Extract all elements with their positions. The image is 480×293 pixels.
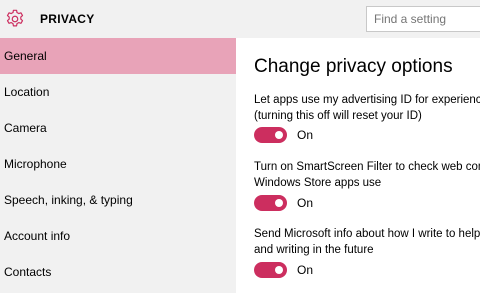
sidebar-item-speech-inking-typing[interactable]: Speech, inking, & typing	[0, 182, 236, 218]
sidebar-item-general[interactable]: General	[0, 38, 236, 74]
smartscreen-line-1: Turn on SmartScreen Filter to check web …	[254, 161, 480, 173]
smartscreen-line-2: Windows Store apps use	[254, 177, 382, 189]
smartscreen-toggle-row: On	[254, 195, 313, 211]
toggle-knob	[275, 266, 283, 274]
writing-info-line-2: and writing in the future	[254, 244, 374, 256]
sidebar-item-location[interactable]: Location	[0, 74, 236, 110]
writing-info-state: On	[297, 263, 314, 277]
gear-icon	[6, 9, 24, 27]
sidebar-item-camera[interactable]: Camera	[0, 110, 236, 146]
advertising-id-state: On	[297, 128, 314, 142]
sidebar-item-microphone[interactable]: Microphone	[0, 146, 236, 182]
advertising-id-line-1: Let apps use my advertising ID for exper…	[254, 94, 480, 106]
advertising-id-line-2: (turning this off will reset your ID)	[254, 110, 422, 122]
writing-info-line-1: Send Microsoft info about how I write to…	[254, 228, 480, 240]
app-title: PRIVACY	[40, 12, 95, 26]
sidebar: General Location Camera Microphone Speec…	[0, 38, 236, 293]
writing-info-toggle[interactable]	[254, 262, 287, 278]
search-input[interactable]	[366, 6, 480, 32]
writing-info-toggle-row: On	[254, 262, 313, 278]
toggle-knob	[275, 131, 283, 139]
advertising-id-toggle-row: On	[254, 127, 313, 143]
smartscreen-state: On	[297, 196, 314, 210]
advertising-id-description: Let apps use my advertising ID for exper…	[254, 92, 480, 124]
writing-info-description: Send Microsoft info about how I write to…	[254, 226, 480, 258]
smartscreen-description: Turn on SmartScreen Filter to check web …	[254, 159, 480, 191]
sidebar-item-account-info[interactable]: Account info	[0, 218, 236, 254]
content-pane: Change privacy options Let apps use my a…	[236, 38, 480, 293]
toggle-knob	[275, 199, 283, 207]
sidebar-item-contacts[interactable]: Contacts	[0, 254, 236, 290]
page-title: Change privacy options	[254, 56, 453, 77]
title-bar: PRIVACY	[0, 0, 480, 38]
smartscreen-toggle[interactable]	[254, 195, 287, 211]
advertising-id-toggle[interactable]	[254, 127, 287, 143]
